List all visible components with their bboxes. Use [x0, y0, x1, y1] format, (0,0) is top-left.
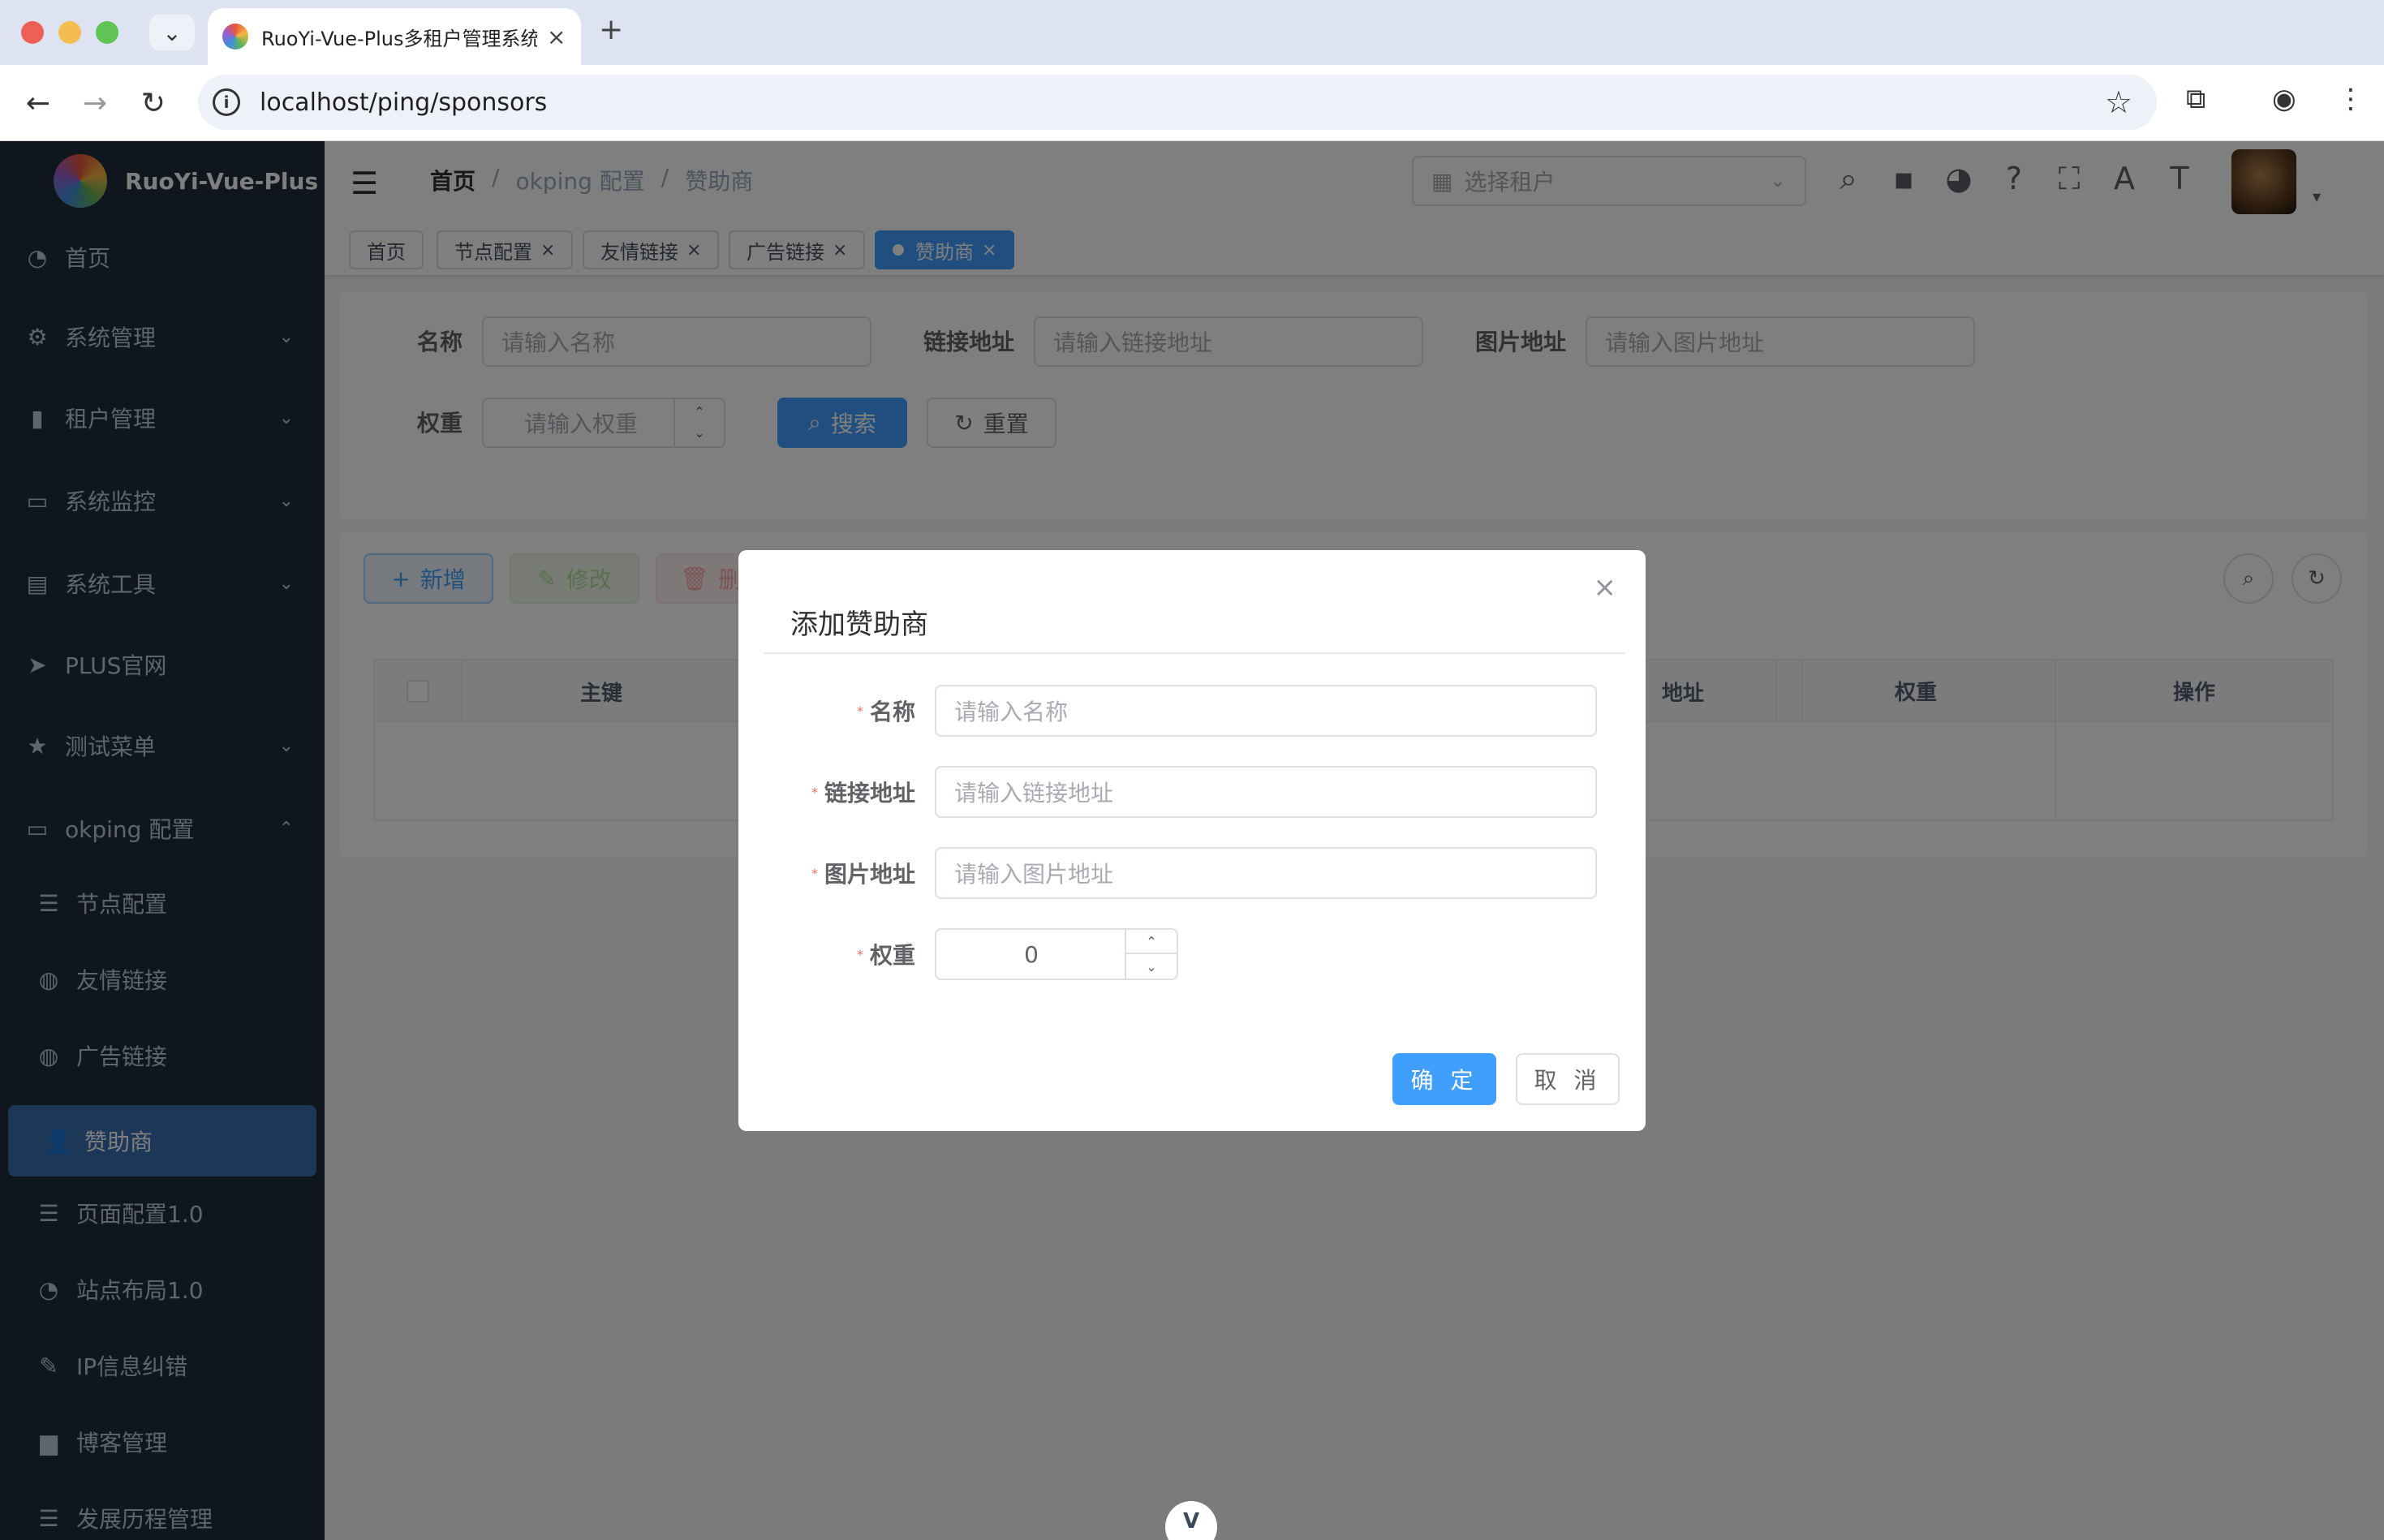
input-placeholder: 请输入名称 [954, 699, 1069, 725]
cancel-button[interactable]: 取 消 [1516, 1053, 1620, 1105]
chevron-up-icon[interactable]: ⌃ [1126, 930, 1177, 954]
required-mark: * [856, 703, 863, 719]
maximize-window-button[interactable] [96, 21, 118, 44]
minimize-window-button[interactable] [58, 21, 81, 44]
weight-stepper[interactable]: 0 ⌃ ⌄ [935, 928, 1178, 980]
link-field[interactable]: 请输入链接地址 [935, 766, 1597, 818]
close-tab-icon[interactable]: × [547, 24, 566, 50]
add-sponsor-dialog: 添加赞助商 × * 名称 请输入名称 * 链接地址 请输入链接地址 * 图片地址… [738, 550, 1646, 1131]
address-bar[interactable]: i localhost/ping/sponsors ☆ [198, 75, 2157, 130]
forward-button[interactable]: → [75, 83, 115, 123]
close-icon[interactable]: × [1594, 571, 1617, 604]
browser-toolbar: ← → ↻ i localhost/ping/sponsors ☆ ⧉ ◉ ⋮ [0, 65, 2384, 141]
browser-tab-title: RuoYi-Vue-Plus多租户管理系统 [261, 27, 537, 50]
dialog-title: 添加赞助商 [790, 609, 928, 641]
tab-search-button[interactable]: ⌄ [149, 15, 195, 50]
close-window-button[interactable] [21, 21, 44, 44]
image-field[interactable]: 请输入图片地址 [935, 847, 1597, 899]
browser-tab-bar: ⌄ RuoYi-Vue-Plus多租户管理系统 × + [0, 0, 2384, 65]
extensions-icon[interactable]: ⧉ [2186, 83, 2205, 115]
name-field[interactable]: 请输入名称 [935, 685, 1597, 737]
reload-button[interactable]: ↻ [133, 83, 174, 123]
stepper-arrows: ⌃ ⌄ [1125, 930, 1177, 979]
favicon-icon [222, 24, 248, 49]
image-label: 图片地址 [824, 861, 915, 888]
confirm-button[interactable]: 确 定 [1392, 1053, 1496, 1105]
input-placeholder: 请输入链接地址 [954, 780, 1114, 807]
weight-value[interactable]: 0 [936, 930, 1126, 979]
dialog-divider [764, 652, 1624, 654]
required-mark: * [811, 865, 818, 881]
weight-label: 权重 [869, 942, 915, 969]
name-label: 名称 [869, 699, 915, 725]
required-mark: * [811, 784, 818, 800]
browser-menu-icon[interactable]: ⋮ [2337, 83, 2365, 115]
form-item-label: * 权重 [738, 928, 915, 980]
form-item-label: * 图片地址 [738, 847, 915, 899]
chevron-down-icon: ⌄ [162, 19, 182, 46]
bookmark-star-icon[interactable]: ☆ [2105, 84, 2132, 120]
new-tab-button[interactable]: + [599, 13, 623, 46]
form-item-label: * 链接地址 [738, 766, 915, 818]
url-text: localhost/ping/sponsors [260, 88, 548, 117]
chevron-down-icon[interactable]: ⌄ [1126, 954, 1177, 979]
form-item-label: * 名称 [738, 685, 915, 737]
back-button[interactable]: ← [18, 83, 58, 123]
site-info-icon[interactable]: i [213, 88, 240, 116]
required-mark: * [856, 946, 863, 962]
browser-tab-active[interactable]: RuoYi-Vue-Plus多租户管理系统 × [208, 8, 581, 65]
input-placeholder: 请输入图片地址 [954, 861, 1114, 888]
link-label: 链接地址 [824, 780, 915, 807]
profile-icon[interactable]: ◉ [2272, 83, 2296, 115]
